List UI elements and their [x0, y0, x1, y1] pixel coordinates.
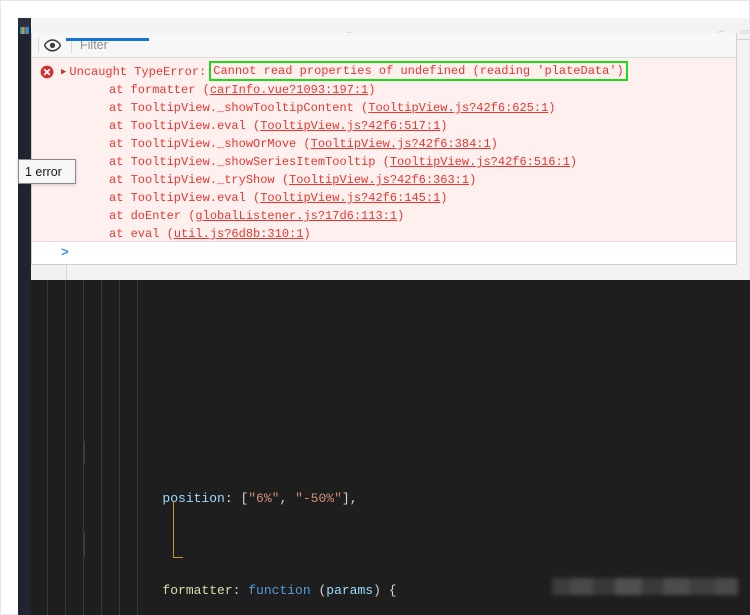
stack-frame-source-link[interactable]: TooltipView.js?42f6:363:1 — [289, 173, 469, 187]
devtools-console-panel: ▶ Uncaught TypeError: Cannot read proper… — [31, 33, 737, 265]
code-line-clipped: trigger: "axis", — [18, 363, 750, 372]
console-toolbar — [32, 33, 736, 58]
page-margin-top — [0, 0, 750, 18]
stack-frame-text: at TooltipView._showTooltipContent ( — [109, 101, 369, 115]
code-line-formatter: formatter: function (params) { — [18, 533, 750, 598]
stack-trace-row: at TooltipView._showOrMove (TooltipView.… — [32, 135, 736, 153]
code-line-position: position: ["6%", "-50%"], — [18, 441, 750, 506]
code-editor[interactable]: trigger: "axis", position: ["6%", "-50%"… — [18, 280, 750, 615]
stack-frame-text: at TooltipView.eval ( — [109, 119, 261, 133]
stack-frame-text: at doEnter ( — [109, 209, 196, 223]
stack-frame-text: at formatter ( — [109, 83, 210, 97]
error-header-row[interactable]: ▶ Uncaught TypeError: Cannot read proper… — [32, 61, 736, 81]
stack-frame-text: at TooltipView.eval ( — [109, 191, 261, 205]
expand-caret-icon[interactable]: ▶ — [61, 63, 66, 81]
stack-frame-source-link[interactable]: globalListener.js?17d6:113:1 — [195, 209, 397, 223]
stack-frame-text: at TooltipView._tryShow ( — [109, 173, 290, 187]
more-actions-icon[interactable]: ▭ — [740, 26, 749, 37]
ide-rail-stripes-icon — [20, 27, 29, 34]
bracket-pair-guide — [173, 502, 183, 558]
prompt-caret-icon: > — [61, 245, 69, 260]
redacted-watermark — [552, 578, 738, 595]
stack-frame-close-paren: ) — [303, 227, 311, 241]
stack-frame-source-link[interactable]: TooltipView.js?42f6:625:1 — [368, 101, 548, 115]
stack-frame-source-link[interactable]: util.js?6d8b:310:1 — [174, 227, 304, 241]
filter-input[interactable] — [72, 34, 736, 56]
stack-trace-row: at TooltipView._showSeriesItemTooltip (T… — [32, 153, 736, 171]
stack-frame-close-paren: ) — [368, 83, 376, 97]
stack-trace-row: at doEnter (globalListener.js?17d6:113:1… — [32, 207, 736, 225]
stack-frame-source-link[interactable]: TooltipView.js?42f6:517:1 — [260, 119, 440, 133]
ide-activity-rail — [18, 18, 31, 280]
stack-frame-close-paren: ) — [569, 155, 578, 169]
stack-frame-close-paren: ) — [490, 137, 498, 151]
stack-frame-text: at TooltipView._showOrMove ( — [109, 137, 311, 151]
eye-icon[interactable] — [39, 35, 65, 56]
stack-frame-text: at TooltipView._showSeriesItemTooltip ( — [109, 155, 390, 169]
error-count-tooltip: 1 error — [18, 159, 76, 184]
error-message-highlighted: Cannot read properties of undefined (rea… — [209, 61, 628, 81]
stack-trace-list: at formatter (carInfo.vue?1093:197:1) at … — [32, 81, 736, 261]
stack-frame-close-paren: ) — [440, 191, 448, 205]
error-type-label: Uncaught TypeError: — [69, 65, 207, 79]
stack-frame-text: at eval ( — [109, 227, 174, 241]
stack-frame-close-paren: ) — [548, 101, 556, 115]
stack-trace-row: at TooltipView.eval (TooltipView.js?42f6… — [32, 117, 736, 135]
ide-rail-cap — [18, 18, 31, 27]
stack-trace-row: at TooltipView._tryShow (TooltipView.js?… — [32, 171, 736, 189]
stack-frame-source-link[interactable]: TooltipView.js?42f6:384:1 — [311, 137, 491, 151]
editor-code-content[interactable]: trigger: "axis", position: ["6%", "-50%"… — [18, 280, 750, 615]
stack-trace-row: at formatter (carInfo.vue?1093:197:1) — [32, 81, 736, 99]
screenshot-root: e es… e ‥ ⌐ ▭ ▶ — [0, 0, 750, 615]
stack-frame-close-paren: ) — [397, 209, 405, 223]
stack-trace-row: at eval (util.js?6d8b:310:1) — [32, 225, 736, 243]
error-circle-icon — [40, 65, 54, 79]
stack-frame-close-paren: ) — [440, 119, 448, 133]
console-error-entry[interactable]: ▶ Uncaught TypeError: Cannot read proper… — [32, 58, 736, 259]
stack-frame-close-paren: ) — [469, 173, 477, 187]
stack-frame-source-link[interactable]: carInfo.vue?1093:197:1 — [210, 83, 368, 97]
stack-frame-source-link[interactable]: TooltipView.js?42f6:516:1 — [390, 155, 570, 169]
stack-trace-row: at TooltipView._showTooltipContent (Tool… — [32, 99, 736, 117]
console-input-prompt[interactable]: > — [32, 242, 736, 263]
page-margin-left — [0, 0, 18, 615]
stack-frame-source-link[interactable]: TooltipView.js?42f6:145:1 — [260, 191, 440, 205]
stack-trace-row: at TooltipView.eval (TooltipView.js?42f6… — [32, 189, 736, 207]
active-tab-indicator — [66, 38, 149, 41]
